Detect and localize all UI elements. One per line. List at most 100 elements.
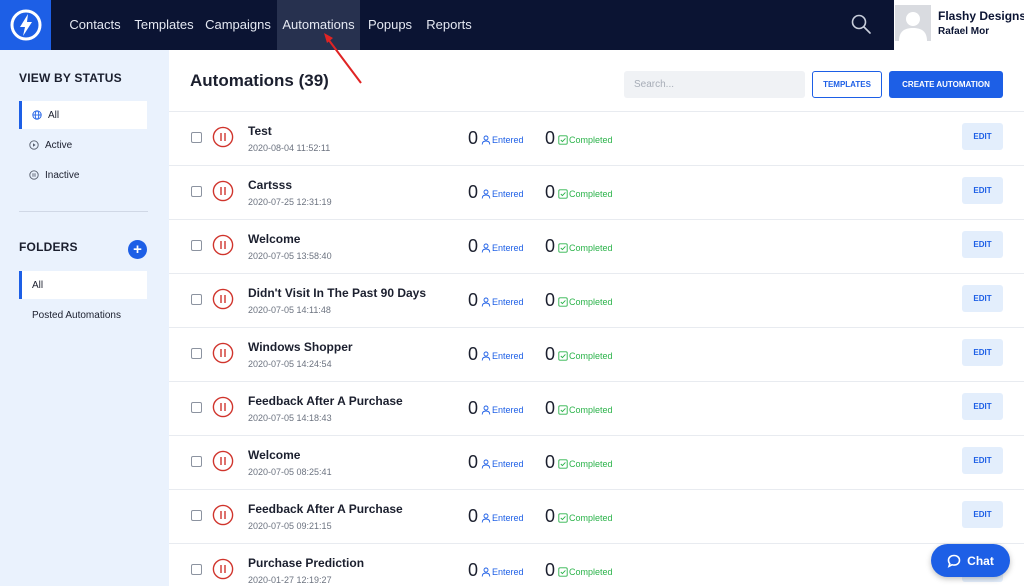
- entered-label: Entered: [492, 243, 524, 253]
- page-title: Automations (39): [190, 71, 329, 90]
- edit-button[interactable]: EDIT: [962, 177, 1003, 204]
- automation-list: Test 2020-08-04 11:52:11 0 Entered 0 Com…: [169, 111, 1024, 586]
- templates-button[interactable]: TEMPLATES: [812, 71, 882, 98]
- automation-date: 2020-08-04 11:52:11: [248, 143, 331, 153]
- user-avatar-icon: [895, 5, 931, 41]
- play-icon: [29, 140, 39, 150]
- nav-automations[interactable]: Automations: [277, 0, 360, 50]
- avatar: [895, 5, 931, 41]
- completed-label: Completed: [569, 405, 613, 415]
- search-input[interactable]: [624, 71, 805, 98]
- automation-name[interactable]: Welcome: [248, 448, 300, 462]
- automation-name[interactable]: Welcome: [248, 232, 300, 246]
- status-filter-label: Active: [45, 139, 73, 151]
- edit-button[interactable]: EDIT: [962, 393, 1003, 420]
- nav-templates[interactable]: Templates: [129, 0, 199, 50]
- paused-status-icon[interactable]: [212, 288, 234, 310]
- automation-row: Test 2020-08-04 11:52:11 0 Entered 0 Com…: [169, 111, 1024, 165]
- nav-contacts[interactable]: Contacts: [63, 0, 127, 50]
- nav-reports[interactable]: Reports: [420, 0, 478, 50]
- nav-campaigns[interactable]: Campaigns: [201, 0, 275, 50]
- edit-button[interactable]: EDIT: [962, 285, 1003, 312]
- nav-popups[interactable]: Popups: [362, 0, 418, 50]
- chat-button[interactable]: Chat: [931, 544, 1010, 577]
- check-square-icon: [558, 567, 568, 577]
- edit-button[interactable]: EDIT: [962, 339, 1003, 366]
- completed-count: 0: [545, 560, 556, 580]
- add-folder-button[interactable]: +: [128, 240, 147, 259]
- row-checkbox[interactable]: [191, 564, 202, 575]
- status-filter-label: Inactive: [45, 169, 80, 181]
- completed-label: Completed: [569, 243, 613, 253]
- row-checkbox[interactable]: [191, 294, 202, 305]
- paused-status-icon[interactable]: [212, 396, 234, 418]
- person-icon: [481, 135, 491, 145]
- automation-row: Welcome 2020-07-05 08:25:41 0 Entered 0 …: [169, 435, 1024, 489]
- user-menu[interactable]: Flashy Designs Rafael Mor: [894, 0, 1024, 50]
- chat-bubble-icon: [947, 554, 961, 568]
- person-icon: [481, 189, 491, 199]
- entered-count: 0: [468, 236, 479, 256]
- paused-status-icon[interactable]: [212, 558, 234, 580]
- paused-status-icon[interactable]: [212, 504, 234, 526]
- folder-posted-automations[interactable]: Posted Automations: [19, 301, 147, 329]
- automation-name[interactable]: Didn't Visit In The Past 90 Days: [248, 286, 426, 300]
- automation-name[interactable]: Windows Shopper: [248, 340, 353, 354]
- status-filter-active[interactable]: Active: [19, 131, 147, 159]
- paused-status-icon[interactable]: [212, 342, 234, 364]
- edit-button[interactable]: EDIT: [962, 123, 1003, 150]
- automation-date: 2020-07-05 14:24:54: [248, 359, 332, 369]
- chat-label: Chat: [967, 553, 994, 568]
- person-icon: [481, 567, 491, 577]
- automation-row: Cartsss 2020-07-25 12:31:19 0 Entered 0 …: [169, 165, 1024, 219]
- row-checkbox[interactable]: [191, 402, 202, 413]
- automation-name[interactable]: Purchase Prediction: [248, 556, 364, 570]
- automation-name[interactable]: Cartsss: [248, 178, 292, 192]
- plus-icon: +: [133, 241, 142, 258]
- edit-button[interactable]: EDIT: [962, 447, 1003, 474]
- entered-count: 0: [468, 506, 479, 526]
- row-checkbox[interactable]: [191, 348, 202, 359]
- automation-row: Feedback After A Purchase 2020-07-05 14:…: [169, 381, 1024, 435]
- folders-section-title: FOLDERS: [19, 240, 78, 254]
- completed-count: 0: [545, 128, 556, 148]
- completed-label: Completed: [569, 135, 613, 145]
- completed-label: Completed: [569, 351, 613, 361]
- person-icon: [481, 513, 491, 523]
- row-checkbox[interactable]: [191, 186, 202, 197]
- entered-count: 0: [468, 128, 479, 148]
- check-square-icon: [558, 297, 568, 307]
- edit-button[interactable]: EDIT: [962, 231, 1003, 258]
- row-checkbox[interactable]: [191, 456, 202, 467]
- search-icon[interactable]: [850, 13, 872, 35]
- paused-status-icon[interactable]: [212, 450, 234, 472]
- row-checkbox[interactable]: [191, 132, 202, 143]
- folder-all[interactable]: All: [19, 271, 147, 299]
- automation-row: Purchase Prediction 2020-01-27 12:19:27 …: [169, 543, 1024, 586]
- entered-count: 0: [468, 452, 479, 472]
- automation-row: Windows Shopper 2020-07-05 14:24:54 0 En…: [169, 327, 1024, 381]
- status-filter-all[interactable]: All: [19, 101, 147, 129]
- automation-row: Feedback After A Purchase 2020-07-05 09:…: [169, 489, 1024, 543]
- automation-row: Didn't Visit In The Past 90 Days 2020-07…: [169, 273, 1024, 327]
- row-checkbox[interactable]: [191, 240, 202, 251]
- logo[interactable]: [0, 0, 51, 50]
- paused-status-icon[interactable]: [212, 180, 234, 202]
- completed-count: 0: [545, 506, 556, 526]
- completed-label: Completed: [569, 189, 613, 199]
- create-automation-button[interactable]: CREATE AUTOMATION: [889, 71, 1003, 98]
- person-icon: [481, 351, 491, 361]
- status-filter-inactive[interactable]: Inactive: [19, 161, 147, 189]
- automation-date: 2020-07-05 14:18:43: [248, 413, 332, 423]
- automation-name[interactable]: Test: [248, 124, 272, 138]
- automation-name[interactable]: Feedback After A Purchase: [248, 394, 403, 408]
- status-filter-label: All: [48, 109, 60, 121]
- edit-button[interactable]: EDIT: [962, 501, 1003, 528]
- paused-status-icon[interactable]: [212, 234, 234, 256]
- entered-count: 0: [468, 398, 479, 418]
- automation-name[interactable]: Feedback After A Purchase: [248, 502, 403, 516]
- completed-count: 0: [545, 236, 556, 256]
- check-square-icon: [558, 351, 568, 361]
- paused-status-icon[interactable]: [212, 126, 234, 148]
- row-checkbox[interactable]: [191, 510, 202, 521]
